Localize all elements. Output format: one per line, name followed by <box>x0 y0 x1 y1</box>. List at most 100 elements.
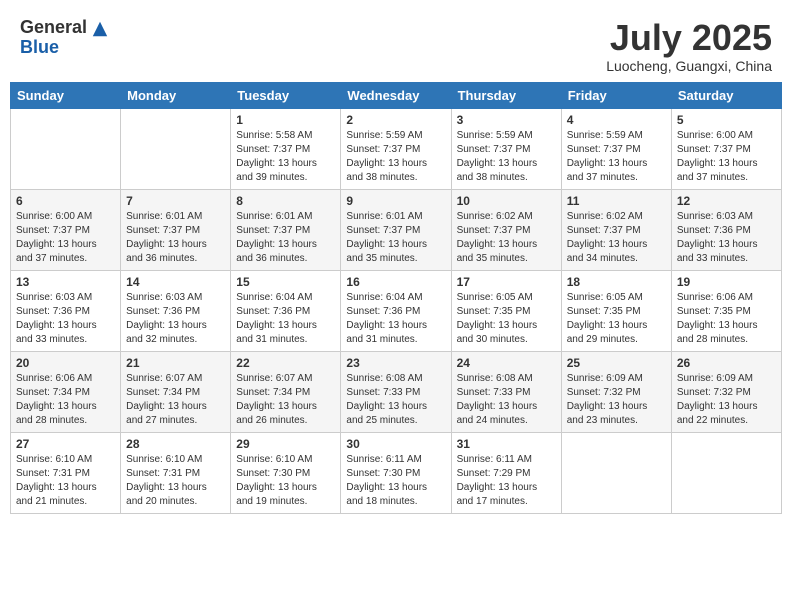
daylight-label: Daylight: 13 hours and 31 minutes. <box>346 320 427 345</box>
daylight-label: Daylight: 13 hours and 33 minutes. <box>677 239 758 264</box>
sunset-label: Sunset: 7:35 PM <box>457 306 531 317</box>
day-info: Sunrise: 5:58 AM Sunset: 7:37 PM Dayligh… <box>236 129 335 185</box>
day-info: Sunrise: 6:01 AM Sunset: 7:37 PM Dayligh… <box>346 210 445 266</box>
day-number: 26 <box>677 356 776 370</box>
sunset-label: Sunset: 7:37 PM <box>567 144 641 155</box>
logo-blue-text: Blue <box>20 38 87 58</box>
day-of-week-header: Sunday <box>11 82 121 108</box>
sunset-label: Sunset: 7:37 PM <box>16 225 90 236</box>
day-number: 12 <box>677 194 776 208</box>
daylight-label: Daylight: 13 hours and 21 minutes. <box>16 482 97 507</box>
sunset-label: Sunset: 7:33 PM <box>457 387 531 398</box>
calendar-table: SundayMondayTuesdayWednesdayThursdayFrid… <box>10 82 782 514</box>
calendar-week-row: 1 Sunrise: 5:58 AM Sunset: 7:37 PM Dayli… <box>11 108 782 189</box>
sunrise-label: Sunrise: 6:11 AM <box>346 454 421 465</box>
sunrise-label: Sunrise: 5:58 AM <box>236 130 312 141</box>
sunset-label: Sunset: 7:37 PM <box>236 225 310 236</box>
day-number: 30 <box>346 437 445 451</box>
sunset-label: Sunset: 7:34 PM <box>126 387 200 398</box>
daylight-label: Daylight: 13 hours and 37 minutes. <box>567 158 648 183</box>
day-info: Sunrise: 6:11 AM Sunset: 7:29 PM Dayligh… <box>457 453 556 509</box>
day-of-week-header: Tuesday <box>231 82 341 108</box>
sunrise-label: Sunrise: 6:08 AM <box>346 373 422 384</box>
calendar-cell: 24 Sunrise: 6:08 AM Sunset: 7:33 PM Dayl… <box>451 351 561 432</box>
day-info: Sunrise: 6:02 AM Sunset: 7:37 PM Dayligh… <box>567 210 666 266</box>
day-info: Sunrise: 6:09 AM Sunset: 7:32 PM Dayligh… <box>567 372 666 428</box>
calendar-cell: 21 Sunrise: 6:07 AM Sunset: 7:34 PM Dayl… <box>121 351 231 432</box>
daylight-label: Daylight: 13 hours and 37 minutes. <box>677 158 758 183</box>
calendar-cell: 9 Sunrise: 6:01 AM Sunset: 7:37 PM Dayli… <box>341 189 451 270</box>
calendar-cell: 1 Sunrise: 5:58 AM Sunset: 7:37 PM Dayli… <box>231 108 341 189</box>
day-info: Sunrise: 6:10 AM Sunset: 7:30 PM Dayligh… <box>236 453 335 509</box>
day-number: 28 <box>126 437 225 451</box>
day-number: 1 <box>236 113 335 127</box>
day-info: Sunrise: 6:08 AM Sunset: 7:33 PM Dayligh… <box>346 372 445 428</box>
day-number: 23 <box>346 356 445 370</box>
sunrise-label: Sunrise: 6:01 AM <box>346 211 422 222</box>
day-info: Sunrise: 6:04 AM Sunset: 7:36 PM Dayligh… <box>236 291 335 347</box>
daylight-label: Daylight: 13 hours and 31 minutes. <box>236 320 317 345</box>
daylight-label: Daylight: 13 hours and 17 minutes. <box>457 482 538 507</box>
sunrise-label: Sunrise: 6:03 AM <box>677 211 753 222</box>
calendar-header: SundayMondayTuesdayWednesdayThursdayFrid… <box>11 82 782 108</box>
daylight-label: Daylight: 13 hours and 35 minutes. <box>457 239 538 264</box>
calendar-cell: 25 Sunrise: 6:09 AM Sunset: 7:32 PM Dayl… <box>561 351 671 432</box>
day-number: 7 <box>126 194 225 208</box>
day-info: Sunrise: 6:03 AM Sunset: 7:36 PM Dayligh… <box>677 210 776 266</box>
sunset-label: Sunset: 7:35 PM <box>567 306 641 317</box>
day-number: 22 <box>236 356 335 370</box>
sunrise-label: Sunrise: 6:03 AM <box>126 292 202 303</box>
day-info: Sunrise: 5:59 AM Sunset: 7:37 PM Dayligh… <box>346 129 445 185</box>
day-info: Sunrise: 6:10 AM Sunset: 7:31 PM Dayligh… <box>126 453 225 509</box>
sunrise-label: Sunrise: 6:07 AM <box>236 373 312 384</box>
day-number: 11 <box>567 194 666 208</box>
calendar-cell: 28 Sunrise: 6:10 AM Sunset: 7:31 PM Dayl… <box>121 432 231 513</box>
day-number: 21 <box>126 356 225 370</box>
day-number: 2 <box>346 113 445 127</box>
calendar-cell: 12 Sunrise: 6:03 AM Sunset: 7:36 PM Dayl… <box>671 189 781 270</box>
sunset-label: Sunset: 7:30 PM <box>236 468 310 479</box>
daylight-label: Daylight: 13 hours and 36 minutes. <box>236 239 317 264</box>
day-info: Sunrise: 6:02 AM Sunset: 7:37 PM Dayligh… <box>457 210 556 266</box>
day-info: Sunrise: 6:06 AM Sunset: 7:34 PM Dayligh… <box>16 372 115 428</box>
sunset-label: Sunset: 7:36 PM <box>346 306 420 317</box>
calendar-cell: 3 Sunrise: 5:59 AM Sunset: 7:37 PM Dayli… <box>451 108 561 189</box>
daylight-label: Daylight: 13 hours and 33 minutes. <box>16 320 97 345</box>
sunrise-label: Sunrise: 6:02 AM <box>457 211 533 222</box>
day-of-week-header: Wednesday <box>341 82 451 108</box>
calendar-cell <box>121 108 231 189</box>
sunrise-label: Sunrise: 6:11 AM <box>457 454 532 465</box>
calendar-cell: 22 Sunrise: 6:07 AM Sunset: 7:34 PM Dayl… <box>231 351 341 432</box>
sunset-label: Sunset: 7:32 PM <box>567 387 641 398</box>
sunset-label: Sunset: 7:34 PM <box>16 387 90 398</box>
calendar-cell: 20 Sunrise: 6:06 AM Sunset: 7:34 PM Dayl… <box>11 351 121 432</box>
day-number: 18 <box>567 275 666 289</box>
sunset-label: Sunset: 7:32 PM <box>677 387 751 398</box>
calendar-cell: 11 Sunrise: 6:02 AM Sunset: 7:37 PM Dayl… <box>561 189 671 270</box>
sunset-label: Sunset: 7:37 PM <box>457 225 531 236</box>
sunset-label: Sunset: 7:31 PM <box>126 468 200 479</box>
daylight-label: Daylight: 13 hours and 28 minutes. <box>677 320 758 345</box>
daylight-label: Daylight: 13 hours and 18 minutes. <box>346 482 427 507</box>
sunrise-label: Sunrise: 6:01 AM <box>126 211 202 222</box>
calendar-cell: 16 Sunrise: 6:04 AM Sunset: 7:36 PM Dayl… <box>341 270 451 351</box>
sunset-label: Sunset: 7:36 PM <box>126 306 200 317</box>
day-number: 19 <box>677 275 776 289</box>
day-info: Sunrise: 5:59 AM Sunset: 7:37 PM Dayligh… <box>457 129 556 185</box>
day-number: 29 <box>236 437 335 451</box>
sunrise-label: Sunrise: 6:03 AM <box>16 292 92 303</box>
logo: General Blue <box>20 18 109 58</box>
logo-general-text: General <box>20 18 87 38</box>
sunset-label: Sunset: 7:33 PM <box>346 387 420 398</box>
sunrise-label: Sunrise: 6:05 AM <box>567 292 643 303</box>
sunset-label: Sunset: 7:35 PM <box>677 306 751 317</box>
daylight-label: Daylight: 13 hours and 29 minutes. <box>567 320 648 345</box>
day-info: Sunrise: 6:09 AM Sunset: 7:32 PM Dayligh… <box>677 372 776 428</box>
calendar-week-row: 20 Sunrise: 6:06 AM Sunset: 7:34 PM Dayl… <box>11 351 782 432</box>
day-info: Sunrise: 6:05 AM Sunset: 7:35 PM Dayligh… <box>567 291 666 347</box>
day-of-week-header: Friday <box>561 82 671 108</box>
sunrise-label: Sunrise: 5:59 AM <box>567 130 643 141</box>
day-number: 25 <box>567 356 666 370</box>
daylight-label: Daylight: 13 hours and 23 minutes. <box>567 401 648 426</box>
day-number: 14 <box>126 275 225 289</box>
